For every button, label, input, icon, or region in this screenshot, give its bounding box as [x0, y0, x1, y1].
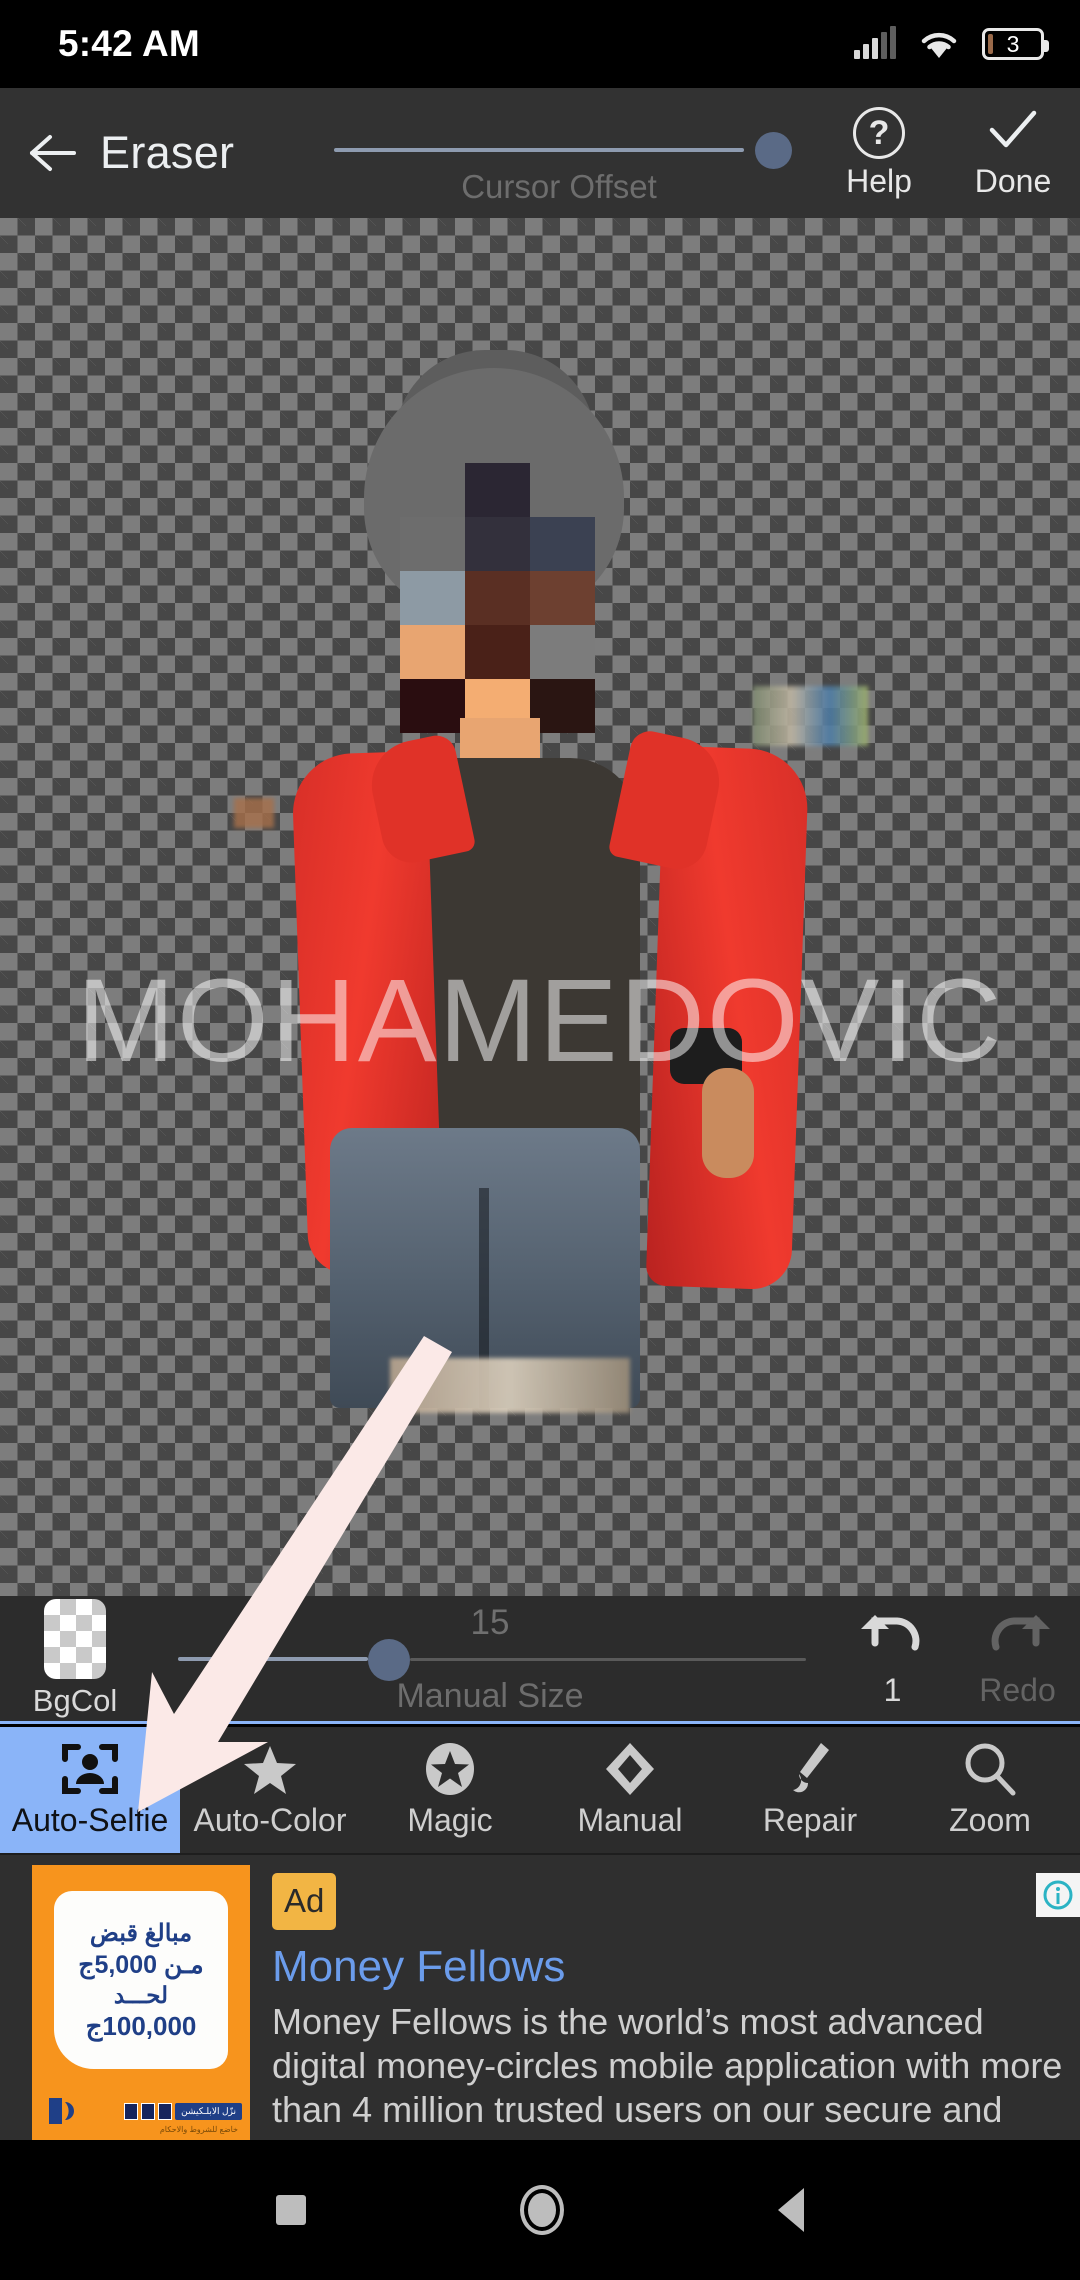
page-title: Eraser — [100, 127, 235, 178]
ad-creative-line1: مبالغ قبض — [89, 1919, 193, 1947]
tab-label: Manual — [577, 1802, 683, 1838]
tab-magic[interactable]: Magic — [360, 1727, 540, 1853]
manual-size-label: Manual Size — [396, 1676, 584, 1715]
ad-creative-image[interactable]: مبالغ قبض مـن 5,000ج لحـــد 100,000ج نزّ… — [32, 1865, 250, 2140]
app-store-badge[interactable] — [141, 2103, 156, 2120]
ad-store-badges[interactable]: نزّل الابلـكيشن — [124, 2103, 242, 2120]
tab-label: Repair — [762, 1802, 858, 1838]
wifi-icon — [918, 28, 960, 60]
triangle-back-icon[interactable] — [778, 2188, 804, 2232]
tab-auto-color[interactable]: Auto-Color — [180, 1727, 360, 1853]
undo-count: 1 — [883, 1671, 902, 1708]
tab-manual[interactable]: Manual — [540, 1727, 720, 1853]
bgcolor-button[interactable]: BgCol — [0, 1595, 150, 1723]
cursor-offset-thumb[interactable] — [755, 132, 792, 169]
phone-screen: 5:42 AM 3 Eraser Cursor Offset ? Help Do… — [0, 0, 1080, 2280]
ad-fine-print: خاضع للشروط والاحكام — [159, 2125, 238, 2134]
square-recents-icon[interactable] — [276, 2195, 306, 2225]
tab-label: Auto-Selfie — [11, 1802, 169, 1838]
info-icon[interactable] — [1036, 1873, 1080, 1917]
help-label: Help — [846, 162, 912, 199]
tab-auto-selfie[interactable]: Auto-Selfie — [0, 1727, 180, 1853]
redo-label: Redo — [979, 1671, 1056, 1708]
subject-photo — [234, 350, 868, 1413]
manual-size-thumb[interactable] — [368, 1638, 410, 1681]
undo-button[interactable]: 1 — [830, 1595, 955, 1723]
tab-zoom[interactable]: Zoom — [900, 1727, 1080, 1853]
pixelated-face — [400, 463, 595, 733]
manual-size-value: 15 — [470, 1602, 510, 1642]
eraser-icon — [604, 1741, 656, 1797]
battery-level: 3 — [1006, 30, 1020, 57]
bgcolor-swatch-icon — [44, 1598, 106, 1679]
cursor-offset-track — [334, 148, 744, 152]
redo-icon — [982, 1609, 1054, 1670]
ad-creative-line4: 100,000ج — [85, 2010, 197, 2041]
signal-icon — [854, 26, 896, 59]
bgcolor-label: BgCol — [32, 1682, 118, 1718]
status-icon-group: 3 — [854, 26, 1049, 60]
ad-title[interactable]: Money Fellows — [272, 1942, 1066, 1992]
brush-icon — [787, 1741, 833, 1797]
done-label: Done — [974, 163, 1052, 199]
ad-badge: Ad — [272, 1873, 337, 1930]
status-time: 5:42 AM — [58, 23, 200, 64]
question-circle-icon: ? — [853, 106, 905, 159]
back-arrow-icon — [26, 131, 78, 175]
ad-text-block: Ad Money Fellows Money Fellows is the wo… — [250, 1855, 1080, 2140]
magnifier-icon — [962, 1741, 1018, 1797]
android-nav-bar — [0, 2140, 1080, 2280]
ad-creative-line2: مـن 5,000ج — [78, 1950, 204, 1979]
ad-cta-pill[interactable]: نزّل الابلـكيشن — [175, 2103, 242, 2120]
image-canvas[interactable]: MOHAMEDOVIC — [0, 218, 1080, 1596]
editor-toolbar: Eraser Cursor Offset ? Help Done — [0, 88, 1080, 218]
portrait-frame-icon — [61, 1741, 119, 1797]
status-bar: 5:42 AM 3 — [0, 0, 1080, 88]
ad-description: Money Fellows is the world’s most advanc… — [272, 2001, 1063, 2140]
undo-icon — [857, 1609, 929, 1670]
manual-size-slider[interactable]: 15 Manual Size — [160, 1595, 820, 1723]
tool-tab-bar: Auto-Selfie Auto-Color Magic Manual Repa… — [0, 1727, 1080, 1855]
star-circle-icon — [424, 1741, 476, 1797]
cursor-offset-label: Cursor Offset — [461, 168, 657, 205]
manual-size-track-remaining — [410, 1657, 806, 1661]
tab-label: Magic — [407, 1802, 493, 1838]
done-button[interactable]: Done — [946, 88, 1080, 218]
star-icon — [242, 1741, 298, 1797]
tab-label: Auto-Color — [193, 1802, 347, 1838]
ad-banner[interactable]: مبالغ قبض مـن 5,000ج لحـــد 100,000ج نزّ… — [0, 1855, 1080, 2140]
tab-label: Zoom — [949, 1802, 1031, 1838]
tool-control-bar: BgCol 15 Manual Size 1 Redo — [0, 1596, 1080, 1724]
ad-creative-line3: لحـــد — [113, 1981, 169, 2008]
help-button[interactable]: ? Help — [812, 88, 946, 218]
cursor-offset-slider[interactable]: Cursor Offset — [314, 88, 804, 218]
manual-size-track-filled — [178, 1656, 368, 1661]
checkmark-icon — [984, 106, 1042, 159]
circle-home-icon[interactable] — [520, 2185, 564, 2235]
play-store-badge[interactable] — [124, 2103, 139, 2120]
ad-brand-logo-icon — [46, 2094, 80, 2128]
ad-creative-card: مبالغ قبض مـن 5,000ج لحـــد 100,000ج — [54, 1891, 228, 2069]
redo-button[interactable]: Redo — [955, 1595, 1080, 1723]
tab-repair[interactable]: Repair — [720, 1727, 900, 1853]
battery-icon: 3 — [982, 28, 1049, 60]
back-button[interactable]: Eraser — [0, 127, 300, 179]
gallery-badge[interactable] — [158, 2103, 173, 2120]
